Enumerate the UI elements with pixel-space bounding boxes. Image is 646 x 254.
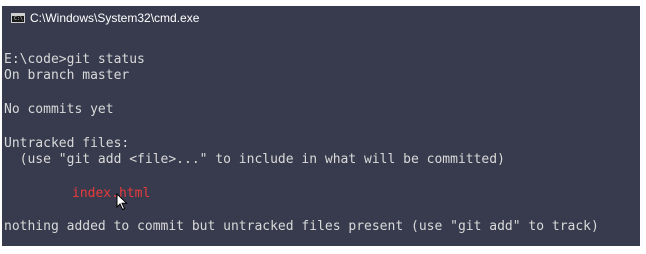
window-title: C:\Windows\System32\cmd.exe [30,11,200,25]
untracked-file: index.html [72,186,151,201]
branch-line: On branch master [4,68,130,83]
commits-line: No commits yet [4,102,114,117]
prompt-line: E:\code>git status [4,52,145,67]
cmd-window[interactable]: C:\ C:\Windows\System32\cmd.exe E:\code>… [2,6,640,246]
title-bar[interactable]: C:\ C:\Windows\System32\cmd.exe [2,6,640,30]
summary-line: nothing added to commit but untracked fi… [4,219,599,234]
untracked-header: Untracked files: [4,136,130,151]
cmd-icon: C:\ [11,13,25,23]
hint-line: (use "git add <file>..." to include in w… [4,152,505,167]
arrow-pointer-icon [116,193,128,211]
